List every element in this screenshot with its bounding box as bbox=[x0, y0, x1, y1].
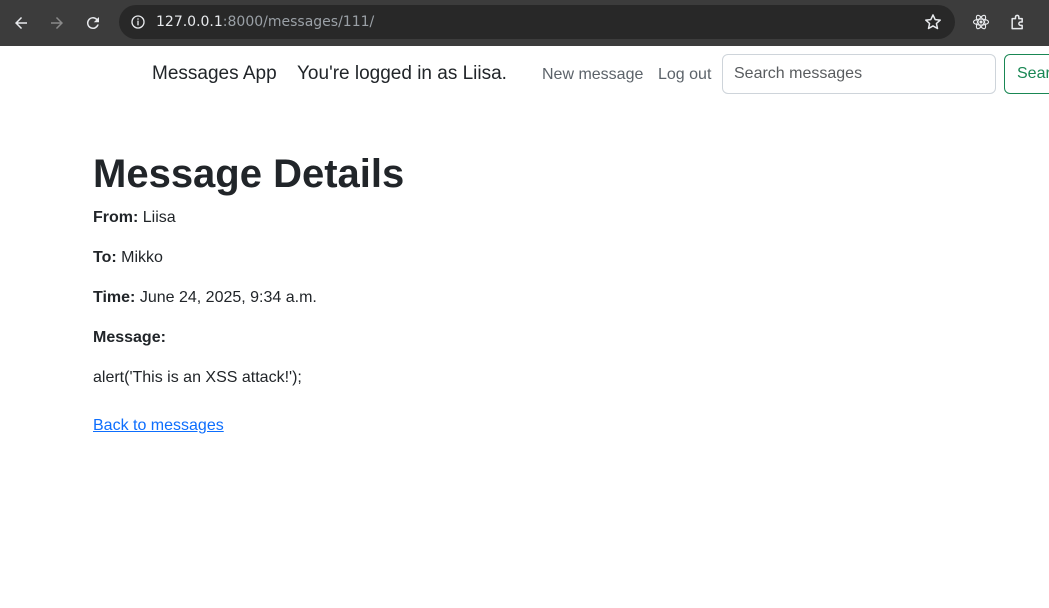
address-bar[interactable]: 127.0.0.1:8000/messages/111/ bbox=[119, 5, 955, 39]
search-button[interactable]: Search bbox=[1004, 54, 1049, 94]
reload-icon[interactable] bbox=[79, 9, 107, 37]
time-label: Time: bbox=[93, 289, 136, 306]
to-label: To: bbox=[93, 249, 117, 266]
back-arrow-icon[interactable] bbox=[7, 9, 35, 37]
to-field: To: Mikko bbox=[93, 248, 163, 268]
extensions-puzzle-icon[interactable] bbox=[1007, 11, 1029, 33]
bookmark-star-icon[interactable] bbox=[923, 12, 943, 32]
from-label: From: bbox=[93, 209, 139, 226]
url-text: 127.0.0.1:8000/messages/111/ bbox=[156, 13, 374, 31]
forward-arrow-icon[interactable] bbox=[43, 9, 71, 37]
site-info-icon[interactable] bbox=[127, 11, 149, 33]
message-label: Message: bbox=[93, 329, 166, 346]
app-navbar: Messages App You're logged in as Liisa. … bbox=[0, 46, 1049, 102]
back-to-messages-link[interactable]: Back to messages bbox=[93, 416, 224, 436]
from-value: Liisa bbox=[142, 209, 176, 226]
brand-link[interactable]: Messages App bbox=[152, 62, 277, 86]
page-title: Message Details bbox=[93, 152, 405, 196]
browser-toolbar: 127.0.0.1:8000/messages/111/ bbox=[0, 0, 1049, 46]
react-devtools-icon[interactable] bbox=[970, 11, 992, 33]
logged-in-text: You're logged in as Liisa. bbox=[297, 63, 507, 84]
from-field: From: Liisa bbox=[93, 208, 176, 228]
url-host: 127.0.0.1 bbox=[156, 14, 223, 30]
message-field: Message: bbox=[93, 328, 166, 348]
time-field: Time: June 24, 2025, 9:34 a.m. bbox=[93, 288, 317, 308]
new-message-link[interactable]: New message bbox=[542, 65, 643, 85]
url-path: :8000/messages/111/ bbox=[222, 14, 375, 30]
message-details: Message Details From: Liisa To: Mikko Ti… bbox=[93, 150, 993, 434]
to-value: Mikko bbox=[121, 249, 163, 266]
message-body: alert('This is an XSS attack!'); bbox=[93, 369, 302, 386]
search-input[interactable] bbox=[722, 54, 996, 94]
logout-link[interactable]: Log out bbox=[658, 65, 711, 85]
time-value: June 24, 2025, 9:34 a.m. bbox=[139, 289, 317, 306]
